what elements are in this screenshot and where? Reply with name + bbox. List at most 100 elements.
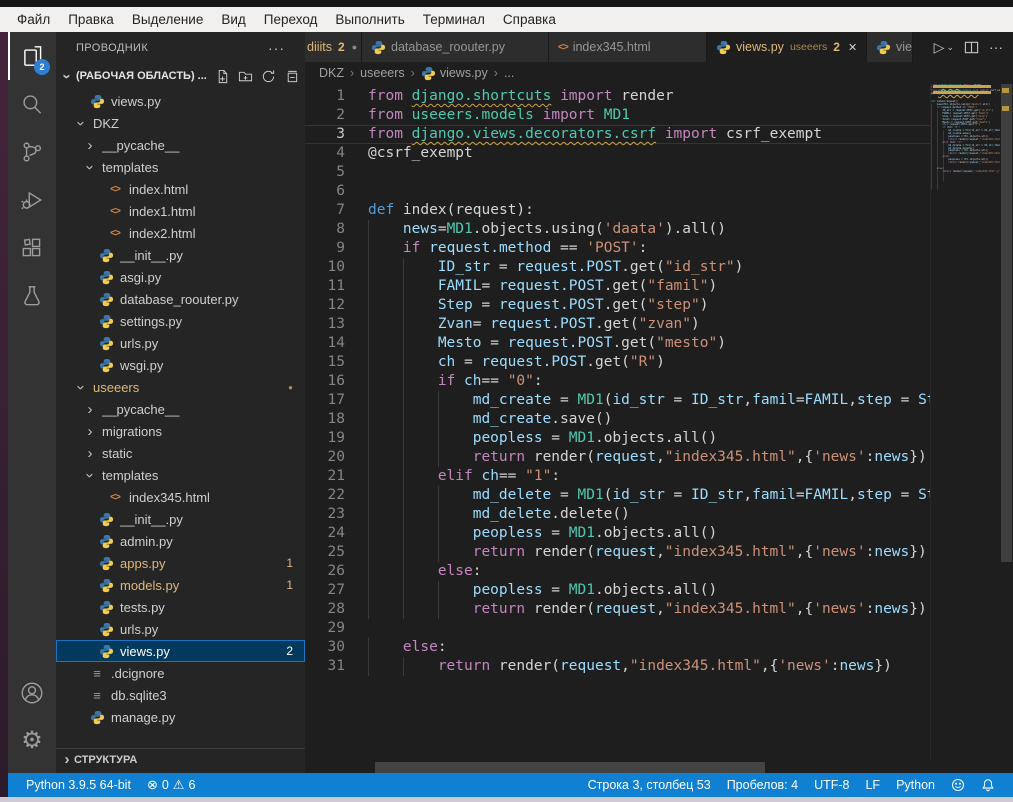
code-line-11[interactable]: 11FAMIL= request.POST.get("famil") <box>305 277 930 296</box>
menu-item-Терминал[interactable]: Терминал <box>414 10 494 29</box>
line-number[interactable]: 15 <box>305 353 345 372</box>
activity-run-and-debug-icon[interactable] <box>8 176 56 224</box>
more-actions-icon[interactable]: ··· <box>989 39 1003 55</box>
tree-item-templates[interactable]: ›templates <box>56 156 305 178</box>
breadcrumb-item-...[interactable]: ... <box>504 66 514 80</box>
activity-extensions-icon[interactable] <box>8 224 56 272</box>
line-number[interactable]: 23 <box>305 505 345 524</box>
line-number[interactable]: 31 <box>305 657 345 676</box>
activity-testing-icon[interactable] <box>8 272 56 320</box>
tree-item-index.html[interactable]: <>index.html <box>56 178 305 200</box>
line-number[interactable]: 29 <box>305 619 345 638</box>
line-number[interactable]: 8 <box>305 220 345 239</box>
code-line-25[interactable]: 25return render(request,"index345.html",… <box>305 543 930 562</box>
code-line-27[interactable]: 27peopless = MD1.objects.all() <box>305 581 930 600</box>
code-line-28[interactable]: 28return render(request,"index345.html",… <box>305 600 930 619</box>
tree-item-manage.py[interactable]: manage.py <box>56 706 305 728</box>
encoding-status[interactable]: UTF-8 <box>806 778 857 792</box>
tree-item-DKZ[interactable]: ›DKZ <box>56 112 305 134</box>
code-line-21[interactable]: 21elif ch== "1": <box>305 467 930 486</box>
breadcrumb-item-DKZ[interactable]: DKZ <box>319 66 344 80</box>
code-line-6[interactable]: 6 <box>305 182 930 201</box>
code-line-23[interactable]: 23md_delete.delete() <box>305 505 930 524</box>
tree-item-urls.py[interactable]: urls.py <box>56 618 305 640</box>
code-line-22[interactable]: 22md_delete = MD1(id_str = ID_str,famil=… <box>305 486 930 505</box>
python-interpreter-status[interactable]: Python 3.9.5 64-bit <box>18 773 139 797</box>
line-number[interactable]: 26 <box>305 562 345 581</box>
menu-item-Переход[interactable]: Переход <box>255 10 327 29</box>
menu-item-Правка[interactable]: Правка <box>59 10 123 29</box>
cursor-position-status[interactable]: Строка 3, столбец 53 <box>580 778 719 792</box>
line-number[interactable]: 18 <box>305 410 345 429</box>
problems-status[interactable]: ⊗ 0 ⚠ 6 <box>139 773 203 797</box>
tree-item-models.py[interactable]: models.py1 <box>56 574 305 596</box>
code-line-24[interactable]: 24peopless = MD1.objects.all() <box>305 524 930 543</box>
tree-item-__pycache__[interactable]: ›__pycache__ <box>56 398 305 420</box>
tab-views.py[interactable]: views.pyuseeers2✕ <box>707 32 867 62</box>
code-line-8[interactable]: 8news=MD1.objects.using('daata').all() <box>305 220 930 239</box>
line-number[interactable]: 7 <box>305 201 345 220</box>
tree-item-.dcignore[interactable]: ≡.dcignore <box>56 662 305 684</box>
tree-item-admin.py[interactable]: admin.py <box>56 530 305 552</box>
tree-item-index1.html[interactable]: <>index1.html <box>56 200 305 222</box>
line-number[interactable]: 28 <box>305 600 345 619</box>
code-line-17[interactable]: 17md_create = MD1(id_str = ID_str,famil=… <box>305 391 930 410</box>
tree-item-db.sqlite3[interactable]: ≡db.sqlite3 <box>56 684 305 706</box>
code-line-15[interactable]: 15ch = request.POST.get("R") <box>305 353 930 372</box>
horizontal-scrollbar-thumb[interactable] <box>375 762 765 773</box>
menu-item-Вид[interactable]: Вид <box>212 10 254 29</box>
eol-status[interactable]: LF <box>857 778 888 792</box>
line-number[interactable]: 19 <box>305 429 345 448</box>
tree-item-templates[interactable]: ›templates <box>56 464 305 486</box>
line-number[interactable]: 10 <box>305 258 345 277</box>
line-number[interactable]: 21 <box>305 467 345 486</box>
collapse-all-icon[interactable] <box>284 69 299 84</box>
tree-item-__pycache__[interactable]: ›__pycache__ <box>56 134 305 156</box>
minimap[interactable]: from django.shortcuts import renderfrom … <box>930 84 1000 760</box>
line-number[interactable]: 2 <box>305 106 345 125</box>
code-line-31[interactable]: 31return render(request,"index345.html",… <box>305 657 930 676</box>
explorer-more-actions-icon[interactable]: ··· <box>268 40 285 56</box>
close-tab-icon[interactable]: ✕ <box>848 41 857 54</box>
code-editor[interactable]: 1from django.shortcuts import render2fro… <box>305 84 930 760</box>
tree-item-views.py[interactable]: views.py <box>56 90 305 112</box>
code-line-9[interactable]: 9if request.method == 'POST': <box>305 239 930 258</box>
notifications-bell-icon[interactable] <box>973 778 1003 792</box>
code-line-19[interactable]: 19peopless = MD1.objects.all() <box>305 429 930 448</box>
tab-index345.html[interactable]: <>index345.html <box>549 32 707 62</box>
line-number[interactable]: 25 <box>305 543 345 562</box>
activity-account-icon[interactable] <box>8 669 56 717</box>
line-number[interactable]: 30 <box>305 638 345 657</box>
code-line-16[interactable]: 16if ch== "0": <box>305 372 930 391</box>
tab-vie[interactable]: vie <box>867 32 913 62</box>
run-icon[interactable]: ▷⌄ <box>934 39 954 56</box>
workspace-section-header[interactable]: › (РАБОЧАЯ ОБЛАСТЬ) ... <box>56 64 305 88</box>
tab-diiits[interactable]: diiits2● <box>305 32 362 62</box>
vertical-scrollbar[interactable] <box>1000 84 1013 760</box>
line-number[interactable]: 6 <box>305 182 345 201</box>
outline-section-header[interactable]: › СТРУКТУРА <box>56 748 305 770</box>
tree-item-apps.py[interactable]: apps.py1 <box>56 552 305 574</box>
vertical-scrollbar-thumb[interactable] <box>1001 84 1012 562</box>
tree-item-useeers[interactable]: ›useeers● <box>56 376 305 398</box>
code-line-2[interactable]: 2from useeers.models import MD1 <box>305 106 930 125</box>
breadcrumb-item-useeers[interactable]: useeers <box>360 66 404 80</box>
menu-item-Справка[interactable]: Справка <box>494 10 565 29</box>
activity-source-control-icon[interactable] <box>8 128 56 176</box>
activity-settings-icon[interactable]: ⚙ <box>8 717 56 765</box>
tree-item-index2.html[interactable]: <>index2.html <box>56 222 305 244</box>
tree-item-settings.py[interactable]: settings.py <box>56 310 305 332</box>
code-line-20[interactable]: 20return render(request,"index345.html",… <box>305 448 930 467</box>
line-number[interactable]: 11 <box>305 277 345 296</box>
feedback-smiley-icon[interactable] <box>943 778 973 792</box>
tab-database_roouter.py[interactable]: database_roouter.py <box>362 32 549 62</box>
tree-item-__init__.py[interactable]: __init__.py <box>56 508 305 530</box>
code-line-30[interactable]: 30else: <box>305 638 930 657</box>
code-line-13[interactable]: 13Zvan= request.POST.get("zvan") <box>305 315 930 334</box>
line-number[interactable]: 16 <box>305 372 345 391</box>
line-number[interactable]: 22 <box>305 486 345 505</box>
line-number[interactable]: 14 <box>305 334 345 353</box>
line-number[interactable]: 12 <box>305 296 345 315</box>
tree-item-asgi.py[interactable]: asgi.py <box>56 266 305 288</box>
new-file-icon[interactable] <box>215 69 230 84</box>
